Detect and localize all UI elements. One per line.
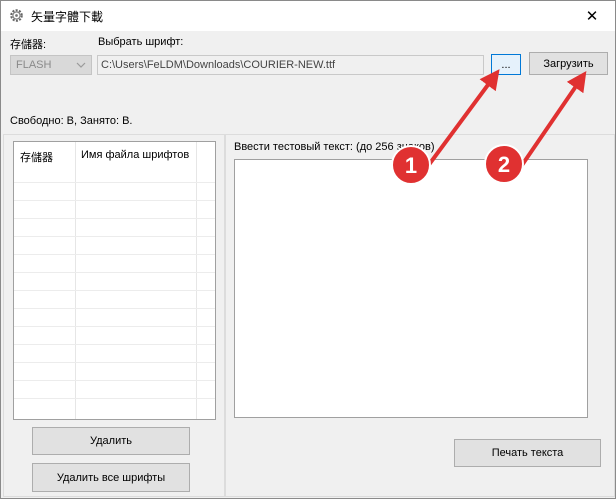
row-gridline bbox=[14, 254, 215, 255]
storage-select[interactable]: FLASH bbox=[10, 55, 92, 75]
chevron-down-icon bbox=[76, 62, 86, 68]
row-gridline bbox=[14, 290, 215, 291]
row-gridline bbox=[14, 380, 215, 381]
row-gridline bbox=[14, 200, 215, 201]
load-button-label: Загрузить bbox=[543, 57, 594, 70]
test-text-input[interactable] bbox=[234, 159, 588, 418]
print-text-button-label: Печать текста bbox=[491, 447, 564, 459]
row-gridline bbox=[14, 326, 215, 327]
font-path-input[interactable]: C:\Users\FeLDM\Downloads\COURIER-NEW.ttf bbox=[97, 55, 484, 75]
print-text-button[interactable]: Печать текста bbox=[454, 439, 601, 467]
column-separator bbox=[196, 142, 197, 419]
font-list-header: 存儲器 Имя файла шрифтов bbox=[14, 142, 215, 164]
storage-select-value: FLASH bbox=[16, 59, 52, 71]
font-select-label: Выбрать шрифт: bbox=[98, 36, 184, 48]
gear-icon bbox=[10, 9, 23, 22]
test-text-label: Ввести тестовый текст: (до 256 знаков) bbox=[234, 141, 435, 153]
close-button[interactable]: ✕ bbox=[569, 1, 615, 31]
row-gridline bbox=[14, 236, 215, 237]
row-gridline bbox=[14, 272, 215, 273]
column-header-font-file[interactable]: Имя файла шрифтов bbox=[81, 149, 189, 161]
row-gridline bbox=[14, 218, 215, 219]
column-separator bbox=[75, 142, 76, 419]
app-window: 矢量字體下載 ✕ 存儲器: Выбрать шрифт: FLASH C:\Us… bbox=[0, 0, 616, 499]
row-gridline bbox=[14, 308, 215, 309]
storage-label: 存儲器: bbox=[10, 39, 47, 51]
row-gridline bbox=[14, 182, 215, 183]
font-path-value: C:\Users\FeLDM\Downloads\COURIER-NEW.ttf bbox=[101, 59, 336, 71]
font-list[interactable]: 存儲器 Имя файла шрифтов bbox=[13, 141, 216, 420]
browse-button-label: ... bbox=[501, 58, 511, 71]
delete-all-fonts-button[interactable]: Удалить все шрифты bbox=[32, 463, 190, 492]
row-gridline bbox=[14, 362, 215, 363]
close-icon: ✕ bbox=[585, 8, 599, 25]
delete-all-fonts-button-label: Удалить все шрифты bbox=[56, 471, 166, 484]
delete-button[interactable]: Удалить bbox=[32, 427, 190, 455]
column-header-storage[interactable]: 存儲器 bbox=[20, 149, 53, 165]
load-button[interactable]: Загрузить bbox=[529, 52, 608, 75]
delete-button-label: Удалить bbox=[90, 435, 132, 447]
row-gridline bbox=[14, 398, 215, 399]
title-bar: 矢量字體下載 ✕ bbox=[1, 1, 615, 31]
memory-status: Свободно: B, Занято: B. bbox=[10, 115, 133, 127]
browse-button[interactable]: ... bbox=[491, 54, 521, 75]
row-gridline bbox=[14, 344, 215, 345]
window-title: 矢量字體下載 bbox=[31, 10, 104, 24]
